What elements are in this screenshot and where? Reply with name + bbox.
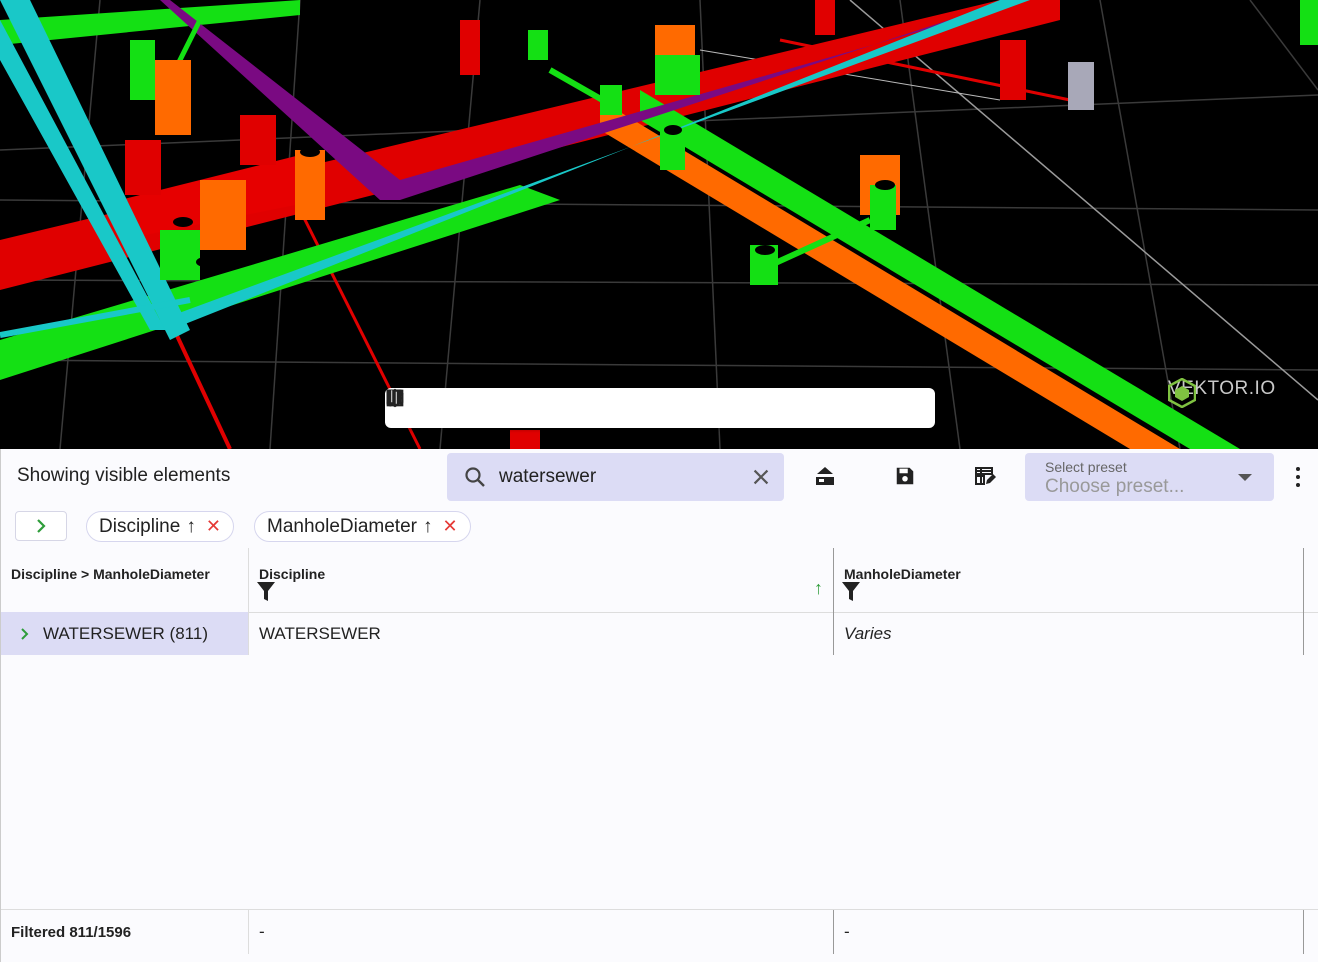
remove-chip-icon[interactable]: ✕ xyxy=(442,516,457,537)
preset-label: Select preset xyxy=(1045,459,1127,475)
column-header-discipline[interactable]: Discipline ↑ xyxy=(249,548,834,612)
layers-save-button[interactable] xyxy=(807,459,843,493)
elements-panel: Showing visible elements Select preset C… xyxy=(0,449,1318,962)
group-chip-manholediameter[interactable]: ManholeDiameter ↑ ✕ xyxy=(254,511,471,542)
discipline-cell: WATERSEWER xyxy=(249,612,834,655)
table-edit-icon xyxy=(975,467,996,485)
filter-icon[interactable] xyxy=(257,582,275,602)
vektor-logo: VEKTOR.IO xyxy=(1168,378,1276,408)
panel-title: Showing visible elements xyxy=(17,465,231,486)
chip-label: ManholeDiameter xyxy=(267,515,417,537)
more-options-icon[interactable] xyxy=(1288,463,1308,491)
sort-asc-icon[interactable]: ↑ xyxy=(186,516,196,538)
viewer-toolbar xyxy=(385,388,935,428)
table-edit-button[interactable] xyxy=(967,459,1003,493)
sort-asc-icon[interactable]: ↑ xyxy=(814,578,823,599)
pen-icon[interactable] xyxy=(388,391,675,423)
cube-icon[interactable] xyxy=(386,388,577,423)
table-row[interactable]: WATERSEWER (811) WATERSEWER Varies xyxy=(1,612,1318,655)
column-header-group[interactable]: Discipline > ManholeDiameter xyxy=(1,548,249,612)
layers-save-icon xyxy=(816,467,834,485)
chevron-right-icon xyxy=(37,519,46,533)
ruler-icon[interactable] xyxy=(386,389,479,423)
fit-view-icon[interactable] xyxy=(386,389,871,423)
search-icon xyxy=(465,467,485,487)
expand-all-button[interactable] xyxy=(15,511,67,541)
table-header: Discipline > ManholeDiameter Discipline … xyxy=(1,548,1318,613)
group-cell[interactable]: WATERSEWER (811) xyxy=(1,612,249,655)
pipe-network-scene xyxy=(0,0,1318,449)
column-header-label: ManholeDiameter xyxy=(844,566,961,582)
search-box[interactable] xyxy=(447,453,784,501)
map-icon[interactable] xyxy=(387,390,920,423)
group-chip-discipline[interactable]: Discipline ↑ ✕ xyxy=(86,511,234,542)
section-box-icon[interactable] xyxy=(386,389,528,423)
search-input[interactable] xyxy=(497,465,750,489)
filtered-count: Filtered 811/1596 xyxy=(1,910,249,954)
chevron-down-icon xyxy=(1238,474,1252,481)
remove-chip-icon[interactable]: ✕ xyxy=(206,516,221,537)
footer-manhole-diameter: - xyxy=(834,910,1304,954)
scissors-icon[interactable] xyxy=(386,389,773,423)
group-label: WATERSEWER (811) xyxy=(43,623,208,643)
table-footer: Filtered 811/1596 - - xyxy=(1,909,1318,956)
preset-select[interactable]: Select preset Choose preset... xyxy=(1025,453,1274,501)
eraser-icon[interactable] xyxy=(386,390,724,423)
column-header-manholediameter[interactable]: ManholeDiameter xyxy=(834,548,1304,612)
sort-asc-icon[interactable]: ↑ xyxy=(423,516,433,538)
hexagon-logo-icon xyxy=(1168,378,1196,408)
save-icon xyxy=(896,467,914,485)
preset-placeholder: Choose preset... xyxy=(1045,476,1185,497)
zoom-search-icon[interactable] xyxy=(387,390,626,423)
chevron-right-icon[interactable] xyxy=(19,627,31,641)
column-header-label: Discipline > ManholeDiameter xyxy=(11,566,210,582)
manhole-diameter-cell: Varies xyxy=(834,612,1304,655)
column-header-label: Discipline xyxy=(259,566,326,582)
chip-label: Discipline xyxy=(99,515,181,537)
filter-icon[interactable] xyxy=(842,582,860,602)
clear-search-icon[interactable] xyxy=(750,466,772,488)
rotate-icon[interactable] xyxy=(387,390,822,423)
footer-discipline: - xyxy=(249,910,834,954)
save-button[interactable] xyxy=(887,459,923,493)
3d-viewer[interactable]: VEKTOR.IO xyxy=(0,0,1318,449)
